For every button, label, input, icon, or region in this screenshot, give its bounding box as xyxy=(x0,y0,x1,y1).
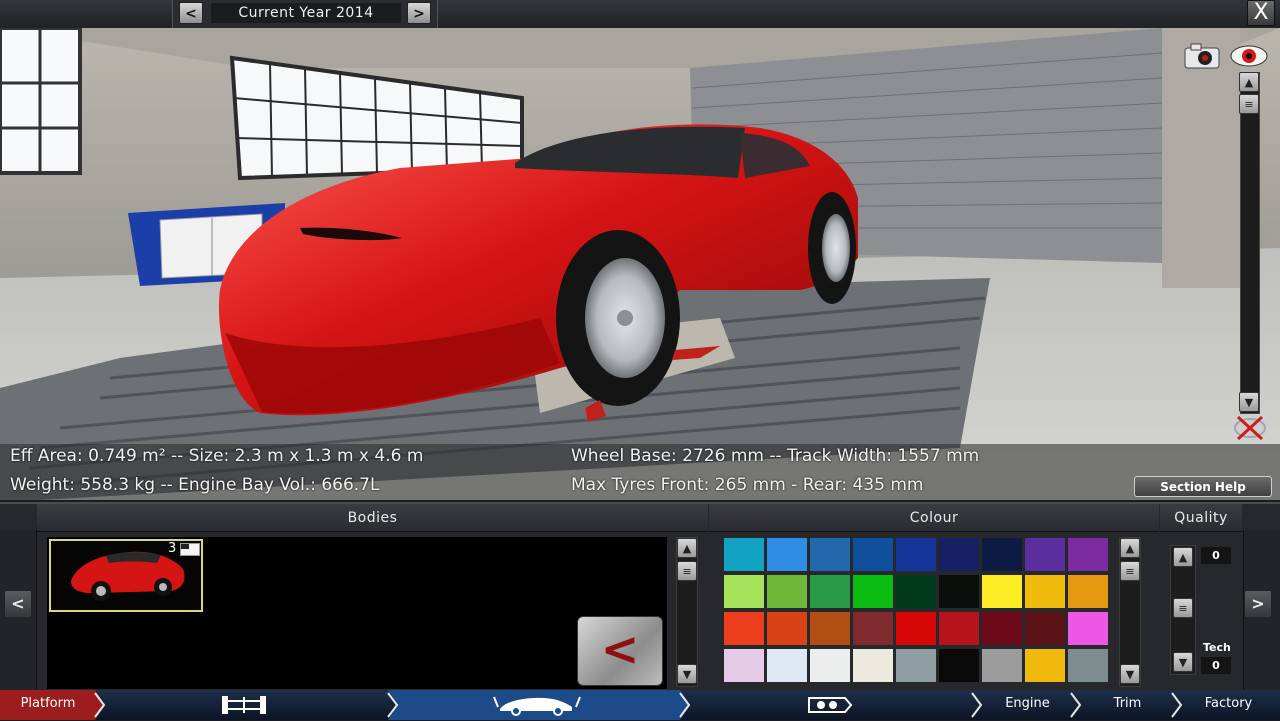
back-button[interactable]: < xyxy=(577,616,663,686)
quality-header: Quality xyxy=(1160,504,1242,532)
colour-swatch[interactable] xyxy=(1068,612,1108,645)
bodies-header: Bodies xyxy=(37,504,708,532)
colour-swatch[interactable] xyxy=(1025,538,1065,571)
tab-engine[interactable]: Engine xyxy=(980,690,1075,720)
colour-swatch[interactable] xyxy=(896,575,936,608)
car-viewport[interactable] xyxy=(0,28,1280,500)
colour-swatch[interactable] xyxy=(939,649,979,682)
colour-swatch[interactable] xyxy=(1068,649,1108,682)
tech-value: 0 xyxy=(1201,657,1231,674)
colour-palette xyxy=(724,538,1110,686)
colour-swatch[interactable] xyxy=(767,649,807,682)
garage-scene xyxy=(0,28,1280,500)
colour-swatch[interactable] xyxy=(853,649,893,682)
car-thumbnail xyxy=(71,551,185,601)
quality-up-button[interactable]: ▲ xyxy=(1173,547,1193,567)
colour-swatch[interactable] xyxy=(810,612,850,645)
colour-swatch[interactable] xyxy=(724,575,764,608)
colour-swatch[interactable] xyxy=(853,612,893,645)
zoom-up-button[interactable]: ▲ xyxy=(1239,72,1259,92)
body-item-count: 3 xyxy=(168,541,177,556)
colour-swatch[interactable] xyxy=(982,649,1022,682)
colour-scroll-up-button[interactable]: ▲ xyxy=(1120,538,1140,558)
eye-icon[interactable] xyxy=(1229,44,1269,68)
colour-swatch[interactable] xyxy=(853,575,893,608)
bodies-scroll-up-button[interactable]: ▲ xyxy=(677,538,697,558)
zoom-scroll-track[interactable] xyxy=(1240,72,1260,414)
colour-swatch[interactable] xyxy=(853,538,893,571)
colour-swatch[interactable] xyxy=(982,575,1022,608)
colour-swatch[interactable] xyxy=(810,538,850,571)
colour-header: Colour xyxy=(709,504,1159,532)
engine-tab-icon[interactable] xyxy=(805,694,855,716)
colour-swatch[interactable] xyxy=(982,538,1022,571)
colour-swatch[interactable] xyxy=(939,538,979,571)
colour-swatch[interactable] xyxy=(896,538,936,571)
body-tab-icon[interactable] xyxy=(490,693,584,717)
tab-platform[interactable]: Platform xyxy=(0,690,96,720)
colour-swatch[interactable] xyxy=(1068,575,1108,608)
colour-swatch[interactable] xyxy=(810,649,850,682)
eff-area-stat: Eff Area: 0.749 m² -- Size: 2.3 m x 1.3 … xyxy=(10,446,424,466)
tab-trim[interactable]: Trim xyxy=(1080,690,1175,720)
colour-scroll-handle[interactable]: ≡ xyxy=(1120,561,1140,581)
reset-view-icon[interactable] xyxy=(1233,414,1267,442)
bodies-scroll-handle[interactable]: ≡ xyxy=(677,561,697,581)
colour-swatch[interactable] xyxy=(1025,612,1065,645)
colour-swatch[interactable] xyxy=(724,649,764,682)
tyres-stat: Max Tyres Front: 265 mm - Rear: 435 mm xyxy=(571,475,924,495)
tech-label: Tech xyxy=(1203,641,1231,654)
colour-swatch[interactable] xyxy=(724,612,764,645)
colour-swatch[interactable] xyxy=(939,612,979,645)
colour-swatch[interactable] xyxy=(896,612,936,645)
prev-year-button[interactable]: < xyxy=(179,2,203,24)
bodies-scroll-down-button[interactable]: ▼ xyxy=(677,664,697,684)
colour-swatch[interactable] xyxy=(982,612,1022,645)
colour-swatch[interactable] xyxy=(767,612,807,645)
zoom-down-button[interactable]: ▼ xyxy=(1239,392,1259,412)
current-year-label: Current Year 2014 xyxy=(211,3,401,23)
colour-swatch[interactable] xyxy=(767,575,807,608)
next-year-button[interactable]: > xyxy=(407,2,431,24)
colour-scroll-down-button[interactable]: ▼ xyxy=(1120,664,1140,684)
colour-swatch[interactable] xyxy=(1068,538,1108,571)
section-help-button[interactable]: Section Help xyxy=(1134,476,1272,497)
colour-swatch[interactable] xyxy=(1025,575,1065,608)
quality-down-button[interactable]: ▼ xyxy=(1173,652,1193,672)
colour-swatch[interactable] xyxy=(939,575,979,608)
colour-swatch[interactable] xyxy=(724,538,764,571)
zoom-scroll-handle[interactable]: ≡ xyxy=(1239,94,1259,114)
quality-value: 0 xyxy=(1201,547,1231,564)
next-section-button[interactable]: > xyxy=(1244,590,1272,618)
close-button[interactable]: X xyxy=(1247,0,1275,26)
colour-swatch[interactable] xyxy=(810,575,850,608)
quality-slider-handle[interactable]: ≡ xyxy=(1173,598,1193,618)
weight-stat: Weight: 558.3 kg -- Engine Bay Vol.: 666… xyxy=(10,475,380,495)
chassis-tab-icon[interactable] xyxy=(220,694,268,716)
wheel-base-stat: Wheel Base: 2726 mm -- Track Width: 1557… xyxy=(571,446,980,466)
colour-swatch[interactable] xyxy=(1025,649,1065,682)
camera-icon[interactable] xyxy=(1183,42,1223,70)
colour-swatch[interactable] xyxy=(767,538,807,571)
section-nav-bar: Platform Engine Trim Factory xyxy=(0,690,1280,720)
colour-swatch[interactable] xyxy=(896,649,936,682)
body-item-slot-icon xyxy=(180,543,200,556)
tab-factory[interactable]: Factory xyxy=(1181,690,1276,720)
prev-section-button[interactable]: < xyxy=(4,590,32,618)
